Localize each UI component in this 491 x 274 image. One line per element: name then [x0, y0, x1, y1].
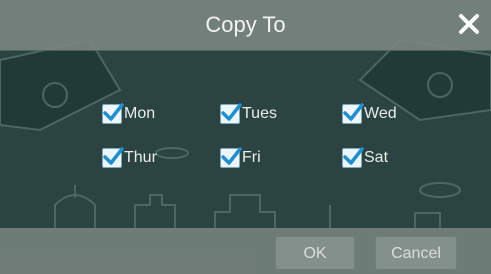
day-checkbox-wed[interactable]: Wed [342, 102, 397, 126]
day-checkbox-thur[interactable]: Thur [102, 146, 157, 170]
checkbox[interactable] [102, 103, 124, 124]
ok-button[interactable]: OK [275, 236, 355, 270]
day-checkbox-sat[interactable]: Sat [342, 146, 388, 170]
close-icon[interactable] [455, 10, 483, 38]
checkmark-icon [103, 103, 124, 121]
day-label: Fri [242, 149, 261, 166]
day-label: Tues [242, 105, 277, 122]
checkbox[interactable] [220, 147, 242, 168]
checkmark-icon [343, 103, 364, 121]
cancel-button[interactable]: Cancel [375, 236, 457, 270]
day-label: Wed [364, 105, 397, 122]
checkmark-icon [221, 103, 242, 121]
day-checkbox-fri[interactable]: Fri [220, 146, 261, 170]
copy-to-dialog: Copy To Mon Tues Wed Thur Fri Sat OK Can… [0, 0, 491, 274]
day-checkbox-mon[interactable]: Mon [102, 102, 155, 126]
day-label: Sat [364, 149, 389, 166]
checkbox[interactable] [342, 103, 364, 124]
checkmark-icon [221, 147, 242, 165]
checkmark-icon [343, 147, 364, 165]
day-label: Mon [124, 105, 156, 122]
checkbox[interactable] [102, 147, 124, 168]
day-checkbox-tues[interactable]: Tues [220, 102, 277, 126]
title-bar: Copy To [0, 0, 491, 51]
checkbox[interactable] [220, 103, 242, 124]
checkmark-icon [103, 147, 124, 165]
dialog-title: Copy To [205, 12, 286, 37]
day-label: Thur [124, 149, 157, 166]
checkbox[interactable] [342, 147, 364, 168]
